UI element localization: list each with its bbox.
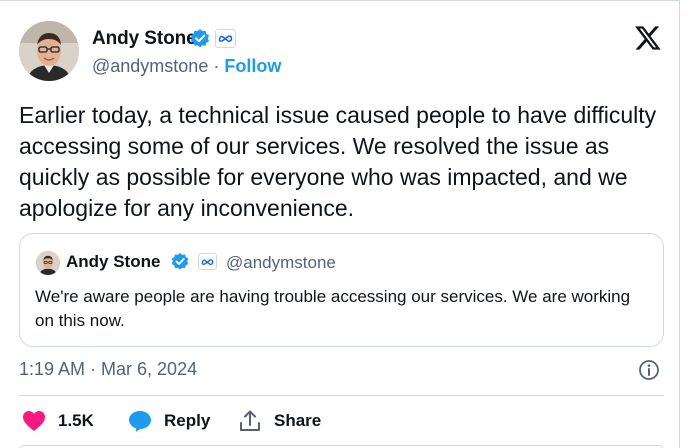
author-avatar[interactable] <box>19 21 79 81</box>
actions-divider <box>19 395 664 396</box>
quoted-author-name: Andy Stone <box>66 252 161 271</box>
tweet-timestamp[interactable]: 1:19 AM · Mar 6, 2024 <box>19 359 197 380</box>
info-icon[interactable] <box>638 359 660 381</box>
meta-affiliate-icon <box>198 253 217 270</box>
verified-badge-icon <box>171 252 189 270</box>
quoted-author-avatar <box>36 251 60 275</box>
x-logo-icon[interactable] <box>634 25 662 51</box>
like-count: 1.5K <box>58 411 94 430</box>
quoted-tweet[interactable]: Andy Stone @andymstone We're aware peopl… <box>19 233 664 347</box>
author-name[interactable]: Andy Stone <box>92 28 197 50</box>
meta-affiliate-icon[interactable] <box>215 29 236 48</box>
author-handle-line: @andymstone · Follow <box>92 56 281 77</box>
author-handle[interactable]: @andymstone <box>92 56 208 76</box>
tweet-card: Andy Stone @andymstone · Follow Earlier … <box>0 0 680 448</box>
reply-label: Reply <box>164 411 211 430</box>
quoted-tweet-text: We're aware people are having trouble ac… <box>35 287 631 330</box>
quoted-author-handle: @andymstone <box>226 253 336 272</box>
heart-icon <box>23 411 45 431</box>
reply-bubble-icon <box>129 411 151 432</box>
share-button[interactable]: Share <box>238 408 321 434</box>
share-label: Share <box>274 411 322 430</box>
follow-button[interactable]: Follow <box>224 56 281 76</box>
tweet-text: Earlier today, a technical issue caused … <box>19 102 657 221</box>
handle-separator: · <box>208 56 225 76</box>
share-upload-icon <box>240 410 260 431</box>
like-button[interactable]: 1.5K <box>22 408 94 434</box>
avatar-photo <box>19 21 79 81</box>
verified-badge-icon <box>190 29 210 48</box>
reply-button[interactable]: Reply <box>128 408 210 434</box>
